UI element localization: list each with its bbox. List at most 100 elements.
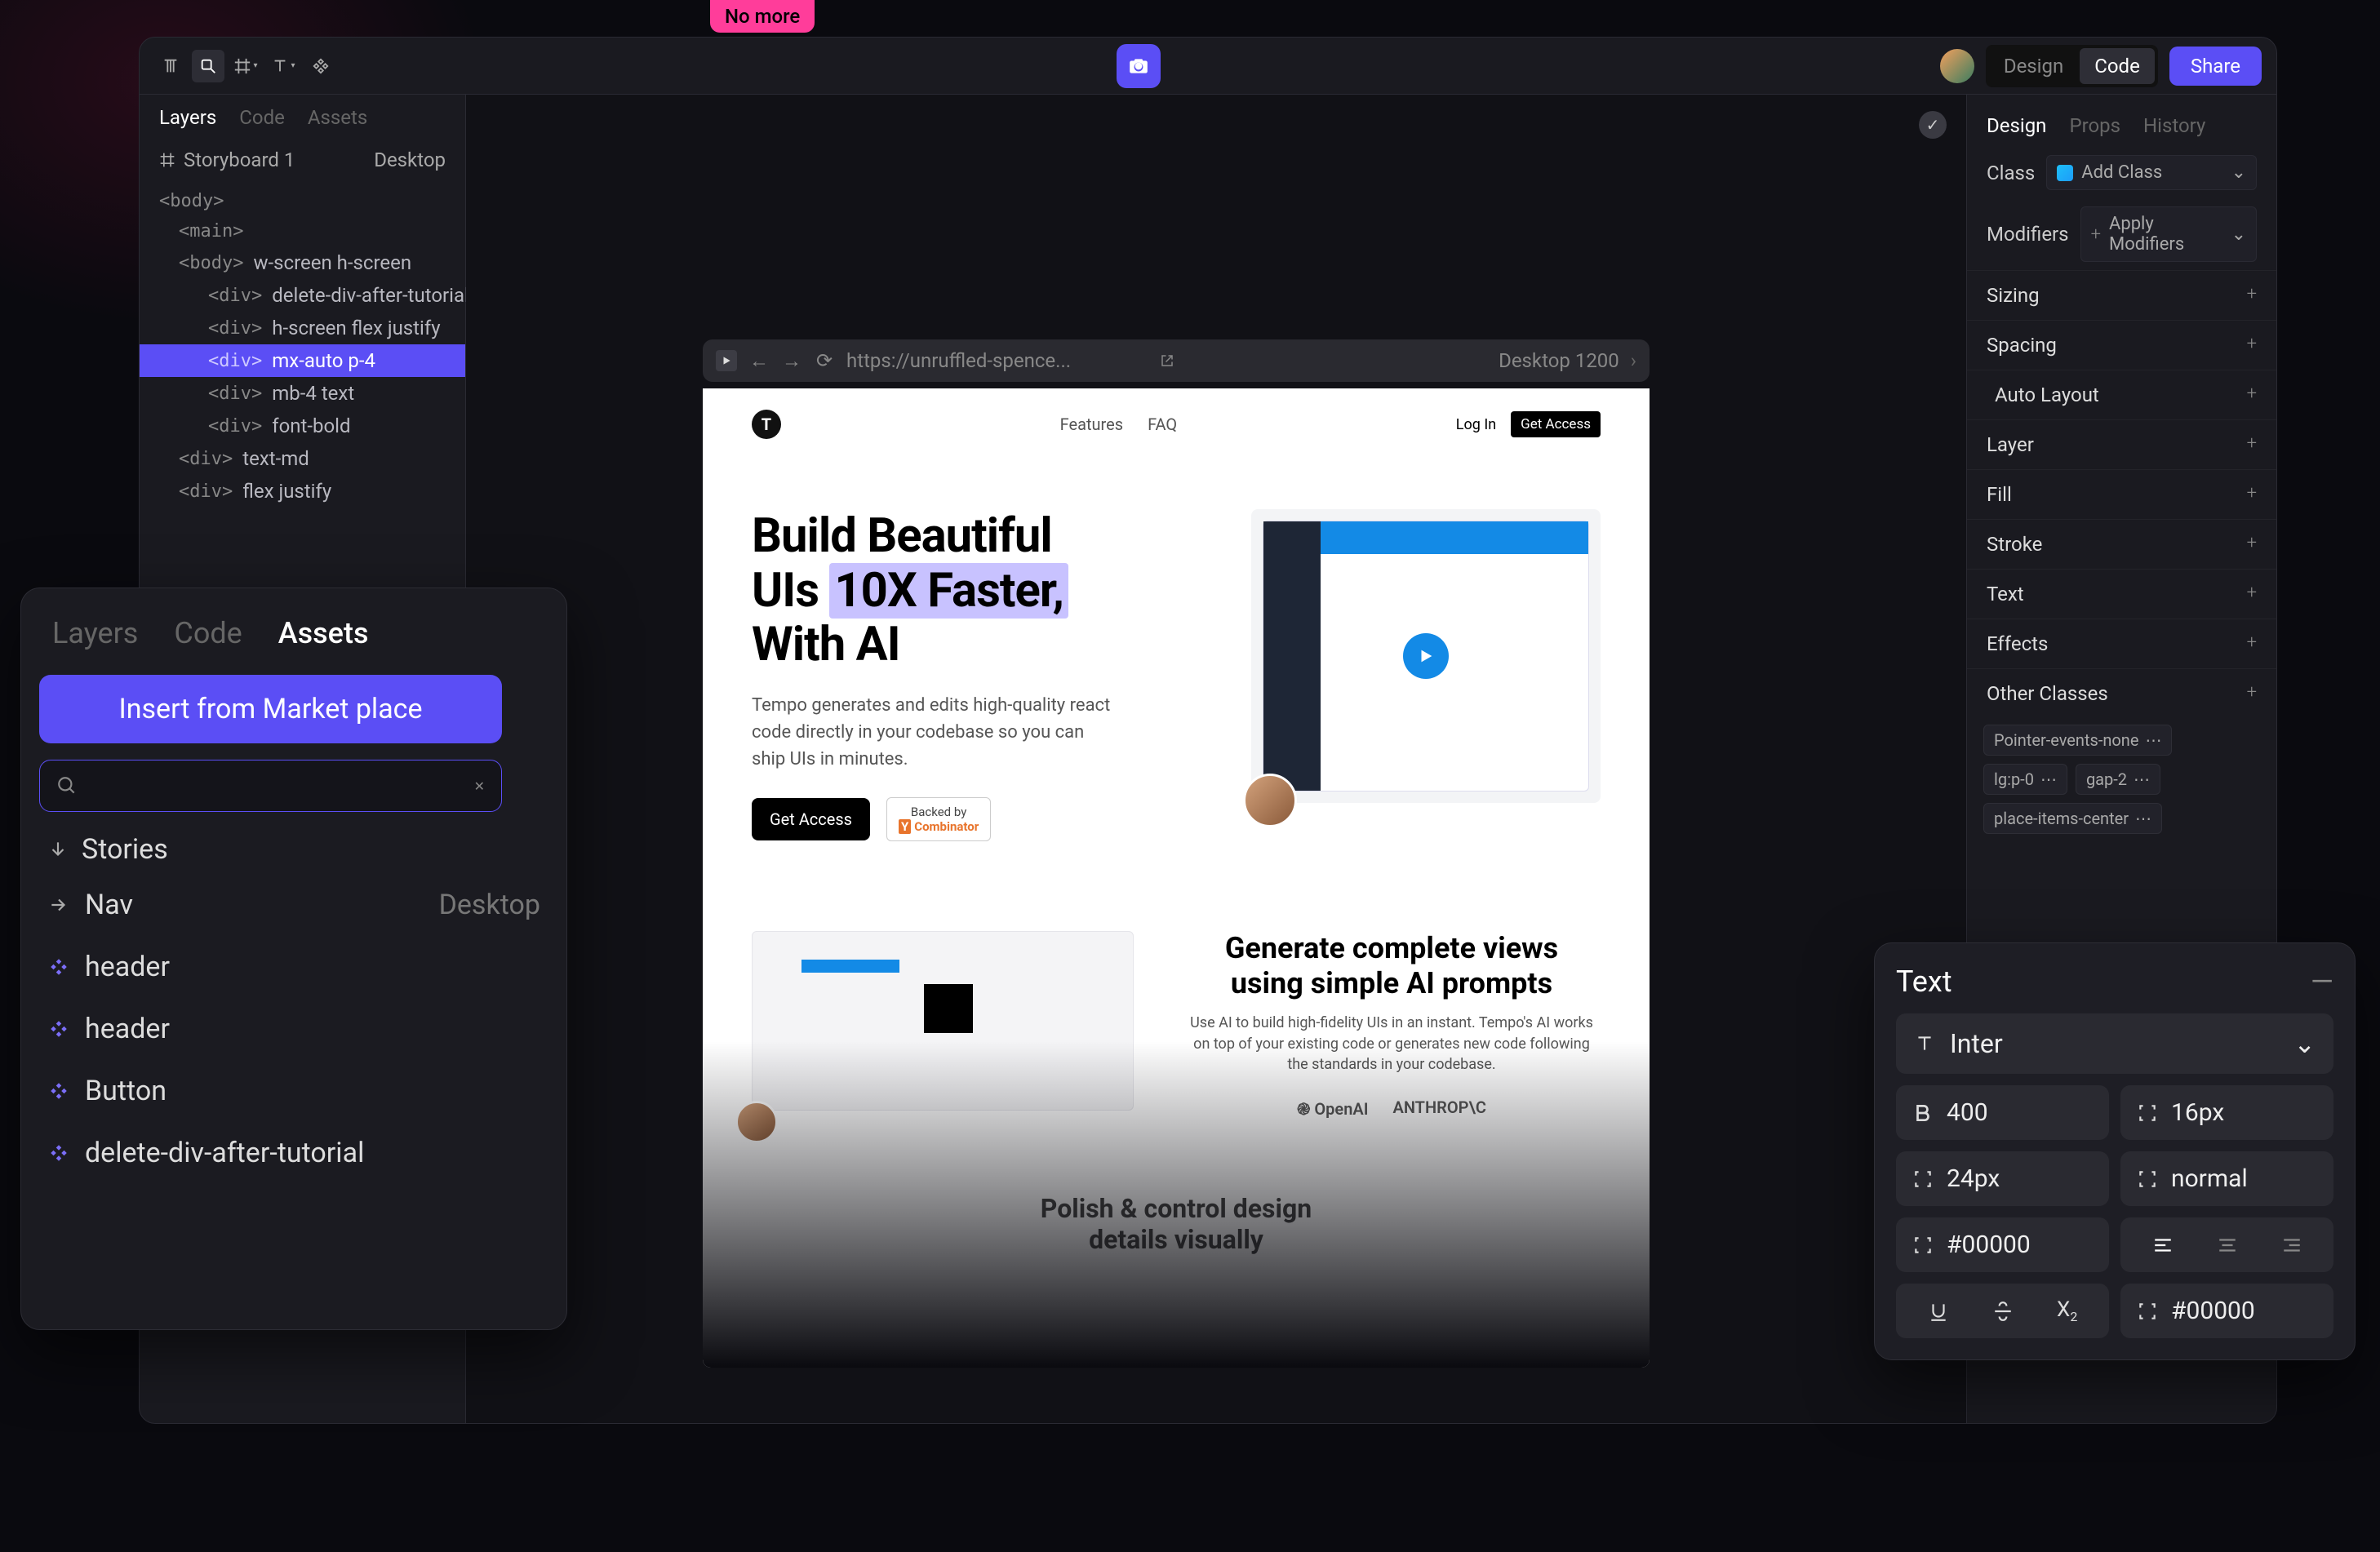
brackets-icon — [1912, 1235, 1934, 1256]
asset-item-header[interactable]: header — [39, 998, 548, 1060]
font-family-select[interactable]: Inter ⌄ — [1896, 1013, 2333, 1074]
frame-tool[interactable]: ▾ — [229, 50, 262, 82]
line-height[interactable]: 24px — [1896, 1151, 2109, 1206]
font-weight[interactable]: 400 — [1896, 1085, 2109, 1140]
tree-row[interactable]: <body> — [140, 186, 465, 216]
hero-video-thumb — [1251, 509, 1601, 803]
section-text[interactable]: Text+ — [1967, 569, 2276, 619]
t-logo-icon — [162, 57, 180, 75]
chevron-down-icon: ▾ — [253, 61, 257, 70]
chip-menu-icon: ⋯ — [2040, 769, 2057, 789]
modifiers-input[interactable]: +Apply Modifiers ⌄ — [2080, 206, 2257, 262]
share-button[interactable]: Share — [2169, 47, 2262, 86]
search-input[interactable] — [91, 772, 461, 800]
font-size[interactable]: 16px — [2120, 1085, 2333, 1140]
tab-history[interactable]: History — [2143, 114, 2205, 137]
tab-props[interactable]: Props — [2069, 114, 2120, 137]
tab-layers[interactable]: Layers — [159, 106, 216, 129]
forward-button[interactable]: → — [781, 350, 802, 371]
section-effects[interactable]: Effects+ — [1967, 619, 2276, 668]
section-fill[interactable]: Fill+ — [1967, 469, 2276, 519]
asset-search[interactable]: ✕ — [39, 760, 502, 812]
insert-marketplace-button[interactable]: Insert from Market place — [39, 675, 502, 743]
section-sizing[interactable]: Sizing+ — [1967, 270, 2276, 320]
logo-tool[interactable] — [154, 50, 187, 82]
tree-row[interactable]: <div>text-md — [140, 442, 465, 475]
assets-tab-assets[interactable]: Assets — [278, 616, 369, 650]
component-tool[interactable] — [304, 50, 337, 82]
plus-icon: + — [2247, 483, 2257, 506]
avatar[interactable] — [1940, 49, 1974, 83]
section-spacing[interactable]: Spacing+ — [1967, 320, 2276, 370]
browser-bar: ← → ⟳ https://unruffled-spence... Deskto… — [703, 339, 1650, 382]
brackets-icon — [1912, 1168, 1934, 1190]
tree-row[interactable]: <div>delete-div-after-tutorial — [140, 279, 465, 312]
text-panel-title: Text — [1896, 964, 1952, 999]
chevron-down-icon: ⌄ — [2231, 162, 2246, 183]
class-chip[interactable]: lg:p-0⋯ — [1983, 764, 2067, 795]
asset-item-delete[interactable]: delete-div-after-tutorial — [39, 1122, 548, 1184]
section-other[interactable]: Other Classes+ — [1967, 668, 2276, 718]
asset-item-nav[interactable]: Nav Desktop — [39, 874, 548, 936]
tree-row[interactable]: <div>mb-4 text — [140, 377, 465, 410]
section-stroke[interactable]: Stroke+ — [1967, 519, 2276, 569]
class-chip[interactable]: place-items-center⋯ — [1983, 803, 2162, 834]
text-icon — [1914, 1033, 1935, 1054]
tree-row[interactable]: <div>font-bold — [140, 410, 465, 442]
text-decoration[interactable]: X2 — [1896, 1284, 2109, 1338]
tab-design[interactable]: Design — [1987, 114, 2046, 137]
section-layer[interactable]: Layer+ — [1967, 419, 2276, 469]
class-input[interactable]: Add Class ⌄ — [2046, 155, 2257, 190]
tree-row[interactable]: <div>h-screen flex justify — [140, 312, 465, 344]
underline-icon[interactable] — [1928, 1301, 1949, 1322]
avatar — [1243, 774, 1297, 827]
text-color[interactable]: #00000 — [1896, 1217, 2109, 1272]
nav-features: Features — [1060, 415, 1123, 434]
layer-tree: <body> <main> <body>w-screen h-screen <d… — [140, 180, 465, 514]
device-label[interactable]: Desktop 1200 — [1499, 349, 1619, 372]
stories-section[interactable]: Stories — [39, 812, 548, 874]
text-align[interactable] — [2120, 1217, 2333, 1272]
tab-code[interactable]: Code — [239, 106, 285, 129]
refresh-button[interactable]: ⟳ — [814, 350, 835, 371]
back-button[interactable]: ← — [748, 350, 770, 371]
section2-heading: Generate complete viewsusing simple AI p… — [1183, 931, 1601, 1001]
url-display: https://unruffled-spence... — [846, 349, 1145, 372]
align-right-icon[interactable] — [2281, 1235, 2302, 1256]
play-button[interactable] — [716, 350, 737, 371]
plus-icon: + — [2247, 682, 2257, 705]
class-chip[interactable]: gap-2⋯ — [2076, 764, 2160, 795]
plus-icon: + — [2247, 433, 2257, 456]
class-chip[interactable]: Pointer-events-none⋯ — [1983, 725, 2172, 756]
letter-spacing[interactable]: normal — [2120, 1151, 2333, 1206]
asset-item-header[interactable]: header — [39, 936, 548, 998]
tree-row-selected[interactable]: <div>mx-auto p-4 — [140, 344, 465, 377]
align-center-icon[interactable] — [2217, 1235, 2238, 1256]
text-shadow[interactable]: #00000 — [2120, 1284, 2333, 1338]
select-tool[interactable] — [192, 50, 224, 82]
text-tool[interactable]: ▾ — [267, 50, 300, 82]
tab-assets[interactable]: Assets — [308, 106, 367, 129]
assets-tab-layers[interactable]: Layers — [52, 616, 138, 650]
mode-code[interactable]: Code — [2080, 48, 2155, 84]
open-external-button[interactable] — [1157, 350, 1178, 371]
section-autolayout[interactable]: Auto Layout+ — [1967, 370, 2276, 419]
modifiers-label: Modifiers — [1987, 223, 2069, 246]
tree-row[interactable]: <div>flex justify — [140, 475, 465, 508]
section2-paragraph: Use AI to build high-fidelity UIs in an … — [1183, 1013, 1601, 1075]
mode-design[interactable]: Design — [1989, 48, 2078, 84]
tree-row[interactable]: <main> — [140, 216, 465, 246]
tree-row[interactable]: <body>w-screen h-screen — [140, 246, 465, 279]
clear-icon[interactable]: ✕ — [474, 778, 485, 794]
asset-item-button[interactable]: Button — [39, 1060, 548, 1122]
minimize-icon[interactable]: — — [2311, 964, 2333, 999]
storyboard-row[interactable]: Storyboard 1 Desktop — [140, 140, 465, 180]
subscript-icon[interactable]: X2 — [2057, 1297, 2077, 1324]
assets-tab-code[interactable]: Code — [174, 616, 242, 650]
align-left-icon[interactable] — [2152, 1235, 2174, 1256]
canvas[interactable]: ✓ ← → ⟳ https://unruffled-spence... Desk… — [466, 95, 1966, 1423]
canvas-check[interactable]: ✓ — [1919, 111, 1947, 139]
tailwind-icon — [2057, 165, 2073, 181]
camera-button[interactable] — [1117, 44, 1161, 88]
strikethrough-icon[interactable] — [1992, 1301, 2014, 1322]
